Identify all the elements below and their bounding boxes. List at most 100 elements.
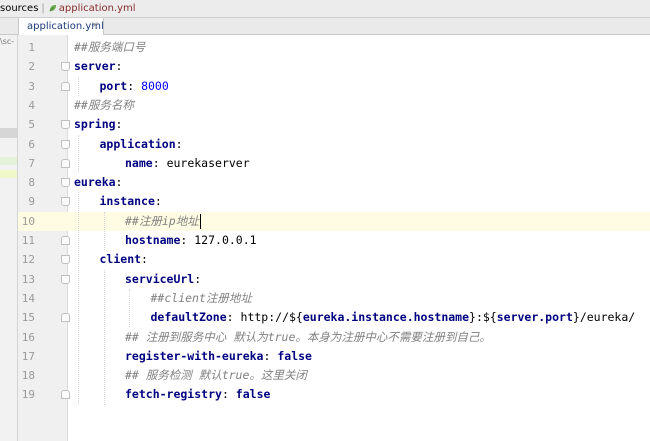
project-tree-highlight (0, 157, 17, 165)
code-line[interactable]: 8 eureka: (18, 173, 650, 192)
line-number: 15 (21, 311, 35, 325)
code-line[interactable]: 12 client: (18, 250, 650, 269)
fold-marker-icon[interactable] (61, 139, 70, 149)
code-token-key: defaultZone (150, 310, 227, 325)
line-number: 17 (21, 349, 35, 363)
project-path-text: \sc- (0, 37, 15, 46)
fold-marker-icon[interactable] (61, 62, 70, 72)
code-token-punct: : (127, 78, 142, 93)
line-number: 14 (21, 291, 35, 305)
code-line[interactable]: 15 defaultZone: http://${eureka.instance.… (18, 308, 650, 327)
code-token-str: }/eureka/ (572, 310, 636, 325)
code-line[interactable]: 9 instance: (18, 192, 650, 211)
code-text: client: (100, 250, 148, 269)
close-icon[interactable]: × (91, 20, 99, 31)
code-editor[interactable]: 1 ##服务端口号 2 server: 3 port: 8000 4 ##服务名称 5 sprin… (18, 35, 650, 441)
code-text: fetch-registry: false (125, 385, 270, 404)
fold-marker-icon[interactable] (61, 158, 70, 168)
code-token-key: register-with-eureka (125, 348, 264, 363)
code-token-num: 8000 (141, 78, 169, 93)
code-line[interactable]: 11 hostname: 127.0.0.1 (18, 231, 650, 250)
code-line[interactable]: 3 port: 8000 (18, 77, 650, 96)
line-number: 10 (21, 214, 35, 228)
indent-guide (78, 192, 79, 405)
code-token-key: instance (99, 194, 155, 209)
code-text: ##client注册地址 (151, 289, 252, 308)
fold-marker-icon[interactable] (61, 255, 70, 265)
code-token-key: serviceUrl (125, 271, 195, 286)
fold-marker-icon[interactable] (61, 274, 70, 284)
code-token-punct: : (194, 271, 202, 286)
code-text: hostname: 127.0.0.1 (125, 231, 257, 250)
breadcrumb-label: application.yml (58, 3, 136, 14)
code-line[interactable]: 14 ##client注册地址 (18, 289, 650, 308)
code-token-key: false (277, 348, 312, 363)
line-number: 2 (28, 60, 35, 74)
code-token-punct: : (154, 194, 162, 209)
tab-application-yml[interactable]: application.yml × (18, 18, 104, 35)
breadcrumb-item-file[interactable]: application.yml (48, 3, 136, 14)
code-text: ## 注册到服务中心 默认为true。本身为注册中心不需要注册到自己。 (125, 328, 491, 347)
fold-marker-icon[interactable] (61, 390, 70, 400)
line-number: 9 (28, 195, 35, 209)
line-number: 19 (21, 388, 35, 402)
code-token-cmt: ##注册ip地址 (125, 213, 199, 228)
code-line[interactable]: 16 ## 注册到服务中心 默认为true。本身为注册中心不需要注册到自己。 (18, 328, 650, 347)
code-line[interactable]: 10 ##注册ip地址 (18, 211, 650, 231)
code-text: ##注册ip地址 (125, 212, 202, 231)
code-line[interactable]: 19 fetch-registry: false (18, 385, 650, 404)
indent-guide (129, 288, 130, 328)
code-line[interactable]: 18 ## 服务检测 默认true。这里关闭 (18, 366, 650, 385)
code-line[interactable]: 5 spring: (18, 115, 650, 134)
code-token-cmt: ## 服务检测 默认true。这里关闭 (125, 368, 307, 383)
breadcrumb: sources | application.yml (0, 0, 650, 18)
code-token-key: hostname (125, 233, 181, 247)
line-number: 18 (21, 369, 35, 383)
code-line[interactable]: 17 register-with-eureka: false (18, 347, 650, 366)
breadcrumb-item-sources[interactable]: sources (0, 3, 38, 14)
code-line[interactable]: 1 ##服务端口号 (18, 38, 650, 57)
code-token-punct: : (115, 59, 123, 74)
fold-marker-icon[interactable] (61, 197, 70, 207)
code-text: serviceUrl: (125, 270, 201, 289)
code-token-punct: : (263, 348, 278, 363)
indent-guide (103, 269, 105, 405)
code-line[interactable]: 7 name: eurekaserver (18, 154, 650, 173)
line-number: 8 (28, 176, 35, 190)
code-text: ## 服务检测 默认true。这里关闭 (125, 366, 307, 385)
line-number: 4 (28, 98, 35, 112)
editor-tab-bar: application.yml × (0, 18, 650, 35)
code-text: name: eurekaserver (125, 154, 250, 173)
code-token-str: http://${ (240, 310, 303, 325)
code-token-cmt: ##client注册地址 (150, 290, 252, 305)
code-text: eureka: (74, 173, 122, 192)
line-number: 1 (28, 41, 35, 54)
line-number: 6 (28, 137, 35, 151)
project-tree-selection (0, 128, 17, 138)
code-text: register-with-eureka: false (125, 347, 312, 366)
code-token-key: name (125, 155, 153, 170)
fold-marker-icon[interactable] (61, 178, 70, 188)
project-tree-highlight (0, 170, 17, 178)
code-line[interactable]: 2 server: (18, 57, 650, 76)
code-token-key: application (99, 136, 176, 151)
code-token-punct: : (175, 136, 183, 151)
fold-marker-icon[interactable] (61, 120, 70, 130)
code-token-str: eurekaserver (166, 155, 250, 170)
code-token-punct: : (152, 155, 167, 170)
code-line[interactable]: 13 serviceUrl: (18, 270, 650, 289)
code-line[interactable]: 6 application: (18, 135, 650, 154)
line-number: 13 (21, 272, 35, 286)
fold-marker-icon[interactable] (61, 313, 70, 323)
code-token-key: fetch-registry (125, 387, 222, 402)
line-number: 11 (21, 234, 35, 247)
code-line[interactable]: 4 ##服务名称 (18, 96, 650, 115)
project-panel-strip[interactable]: \sc- (0, 35, 18, 441)
code-token-key: server (74, 59, 116, 74)
fold-marker-icon[interactable] (61, 236, 70, 245)
indent-guide (78, 76, 79, 96)
code-token-key: spring (74, 117, 116, 132)
line-number: 5 (28, 118, 35, 132)
yml-leaf-icon (49, 4, 56, 12)
fold-marker-icon[interactable] (61, 81, 70, 91)
